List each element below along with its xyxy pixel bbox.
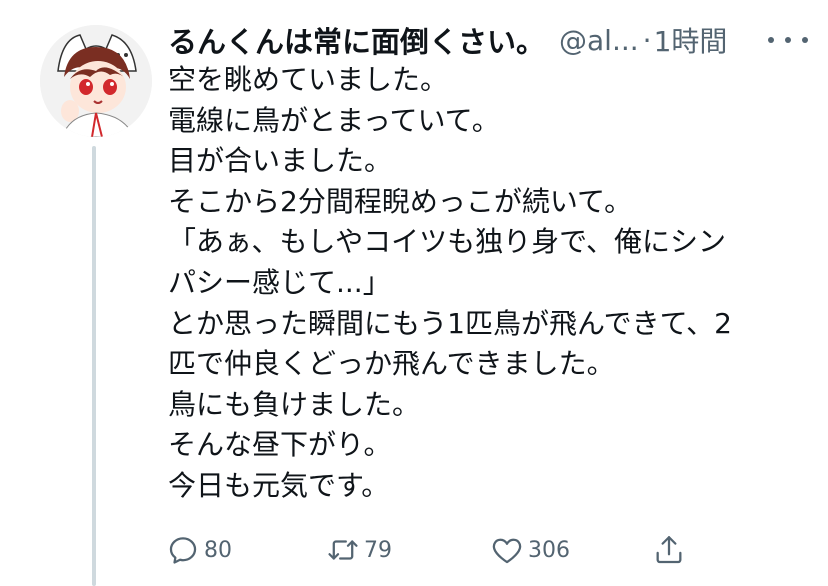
separator-dot: · xyxy=(642,23,652,57)
reply-icon xyxy=(169,537,197,564)
like-count: 306 xyxy=(528,537,570,563)
author-name[interactable]: るんくんは常に面倒くさい。 xyxy=(168,19,545,61)
thread-line xyxy=(92,146,96,586)
tweet-line: 鳥にも負けました。 xyxy=(168,387,421,421)
tweet-line: 目が合いました。 xyxy=(168,144,393,178)
tweet-header: るんくんは常に面倒くさい。 @al... · 1時間 xyxy=(168,18,808,62)
tweet-text: 空を眺めていました。 電線に鳥がとまっていて。 目が合いました。 そこから2分間… xyxy=(168,60,788,507)
tweet-line: 空を眺めていました。 xyxy=(168,63,449,96)
tweet-line: 匹で仲良くどっか飛んできました。 xyxy=(168,347,615,381)
tweet-line: とか思った瞬間にもう1匹鳥が飛んできて、2 xyxy=(168,306,732,340)
author-handle[interactable]: @al... xyxy=(559,24,639,57)
heart-icon xyxy=(492,538,522,564)
retweet-button[interactable]: 79 xyxy=(326,528,392,572)
reply-button[interactable]: 80 xyxy=(166,528,232,572)
share-icon xyxy=(656,536,682,564)
avatar[interactable] xyxy=(40,25,152,137)
more-dot xyxy=(768,37,774,43)
more-dot xyxy=(802,37,808,43)
share-button[interactable] xyxy=(652,528,686,572)
tweet-actions: 80 79 306 xyxy=(0,528,828,572)
retweet-icon xyxy=(328,540,358,560)
tweet-line: そこから2分間程睨めっこが続いて。 xyxy=(168,184,633,218)
tweet-line: 電線に鳥がとまっていて。 xyxy=(168,103,500,137)
more-dot xyxy=(785,37,791,43)
retweet-count: 79 xyxy=(364,537,392,563)
tweet-line: パシー感じて...」 xyxy=(168,265,391,299)
timestamp[interactable]: 1時間 xyxy=(654,20,728,60)
tweet-line: そんな昼下がり。 xyxy=(168,428,392,462)
reply-count: 80 xyxy=(204,537,232,563)
tweet-line: 「あぁ、もしやコイツも独り身で、俺にシン xyxy=(168,225,727,259)
avatar-image xyxy=(40,25,152,137)
like-button[interactable]: 306 xyxy=(490,528,570,572)
more-icon[interactable] xyxy=(768,30,808,50)
tweet-line: 今日も元気です。 xyxy=(168,468,390,502)
